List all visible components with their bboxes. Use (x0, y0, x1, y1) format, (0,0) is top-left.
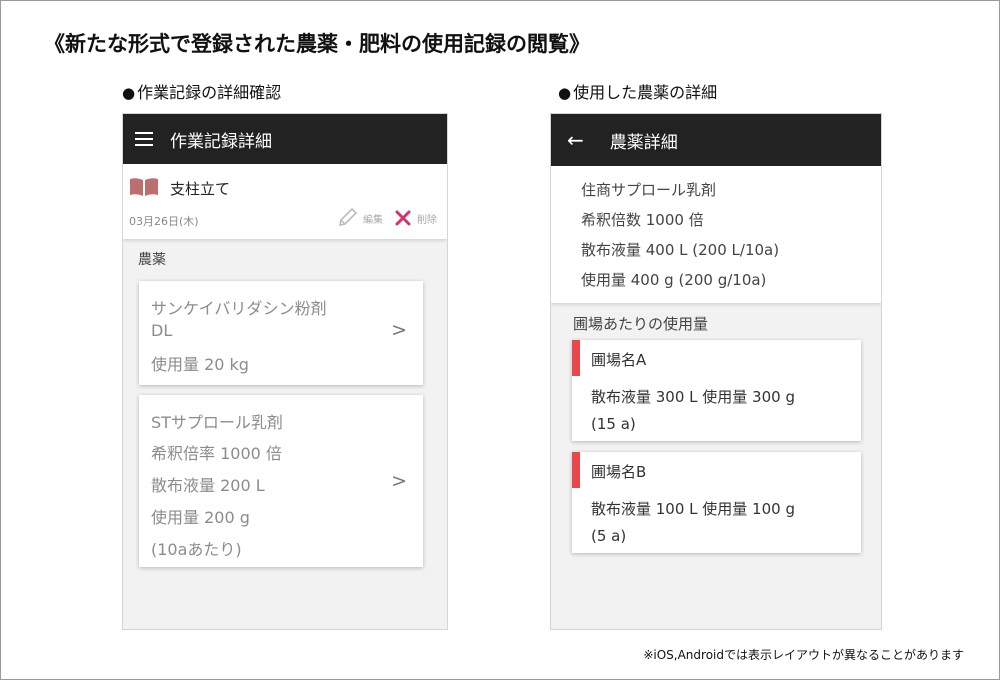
edit-button[interactable]: 編集 (337, 208, 383, 228)
chevron-right-icon[interactable]: > (391, 470, 407, 492)
per-field-usage-label: 圃場あたりの使用量 (573, 315, 709, 333)
bullet-icon: ● (558, 84, 572, 102)
right-section-heading-text: 使用した農薬の詳細 (573, 83, 718, 102)
close-icon (395, 210, 411, 226)
left-section-heading: ● 作業記録の詳細確認 (122, 79, 281, 103)
pesticide-name: サンケイバリダシン粉剤 (151, 299, 327, 318)
pesticide-detail-screen: ← 農薬詳細 住商サプロール乳剤 希釈倍数 1000 倍 散布液量 400 L … (550, 113, 882, 630)
right-section-heading: ● 使用した農薬の詳細 (558, 79, 717, 103)
field-usage: 散布液量 300 L 使用量 300 g (591, 388, 795, 406)
dilution-ratio: 希釈倍率 1000 倍 (151, 444, 282, 463)
pesticide-amount: 使用量 200 g (151, 508, 250, 527)
pesticide-name: STサプロール乳剤 (151, 413, 283, 432)
delete-button[interactable]: 削除 (395, 210, 437, 226)
field-color-bar (572, 452, 580, 488)
spray-volume: 散布液量 400 L (200 L/10a) (581, 241, 780, 259)
pesticide-name-cont: DL (151, 321, 173, 340)
hamburger-icon[interactable] (135, 131, 155, 147)
record-date: 03月26日(木) (129, 215, 199, 228)
bullet-icon: ● (122, 84, 136, 102)
field-name: 圃場名A (591, 351, 647, 369)
footnote: ※iOS,Androidでは表示レイアウトが異なることがあります (643, 648, 964, 662)
field-card: 圃場名B 散布液量 100 L 使用量 100 g (5 a) (572, 452, 861, 553)
field-usage: 散布液量 100 L 使用量 100 g (591, 500, 795, 518)
pencil-icon (338, 208, 358, 227)
chevron-right-icon[interactable]: > (391, 319, 407, 341)
pesticide-category-label: 農薬 (138, 252, 166, 268)
pesticide-card[interactable]: サンケイバリダシン粉剤 DL 使用量 20 kg > (139, 281, 423, 385)
pesticide-card[interactable]: STサプロール乳剤 希釈倍率 1000 倍 散布液量 200 L 使用量 200… (139, 395, 423, 567)
app-bar-title: 農薬詳細 (609, 132, 678, 153)
edit-label: 編集 (363, 214, 383, 226)
record-title: 支柱立て (170, 180, 231, 198)
pesticide-detail-box: 住商サプロール乳剤 希釈倍数 1000 倍 散布液量 400 L (200 L/… (551, 166, 881, 303)
pesticide-amount: 使用量 20 kg (151, 355, 249, 374)
spray-volume: 散布液量 200 L (151, 476, 265, 495)
book-icon (130, 178, 158, 196)
field-area: (5 a) (591, 527, 627, 545)
record-header: 支柱立て 03月26日(木) 編集 削除 (123, 164, 447, 239)
app-bar: 作業記録詳細 (123, 114, 447, 164)
per-area-note: (10aあたり) (151, 540, 242, 559)
dilution-ratio: 希釈倍数 1000 倍 (581, 211, 704, 229)
app-bar: ← 農薬詳細 (551, 114, 881, 166)
left-section-heading-text: 作業記録の詳細確認 (137, 83, 282, 102)
field-card: 圃場名A 散布液量 300 L 使用量 300 g (15 a) (572, 340, 861, 441)
pesticide-amount: 使用量 400 g (200 g/10a) (581, 271, 767, 289)
app-bar-title: 作業記録詳細 (170, 131, 272, 152)
record-actions: 編集 削除 (337, 208, 437, 228)
field-color-bar (572, 340, 580, 376)
page-title: 《新たな形式で登録された農薬・肥料の使用記録の閲覧》 (44, 32, 590, 56)
delete-label: 削除 (417, 214, 437, 226)
field-name: 圃場名B (591, 463, 647, 481)
arrow-left-icon[interactable]: ← (567, 130, 584, 150)
work-record-screen: 作業記録詳細 支柱立て 03月26日(木) 編集 削除 農薬 サンケイバリダシン… (122, 113, 448, 630)
field-area: (15 a) (591, 415, 636, 433)
pesticide-name: 住商サプロール乳剤 (581, 181, 717, 199)
